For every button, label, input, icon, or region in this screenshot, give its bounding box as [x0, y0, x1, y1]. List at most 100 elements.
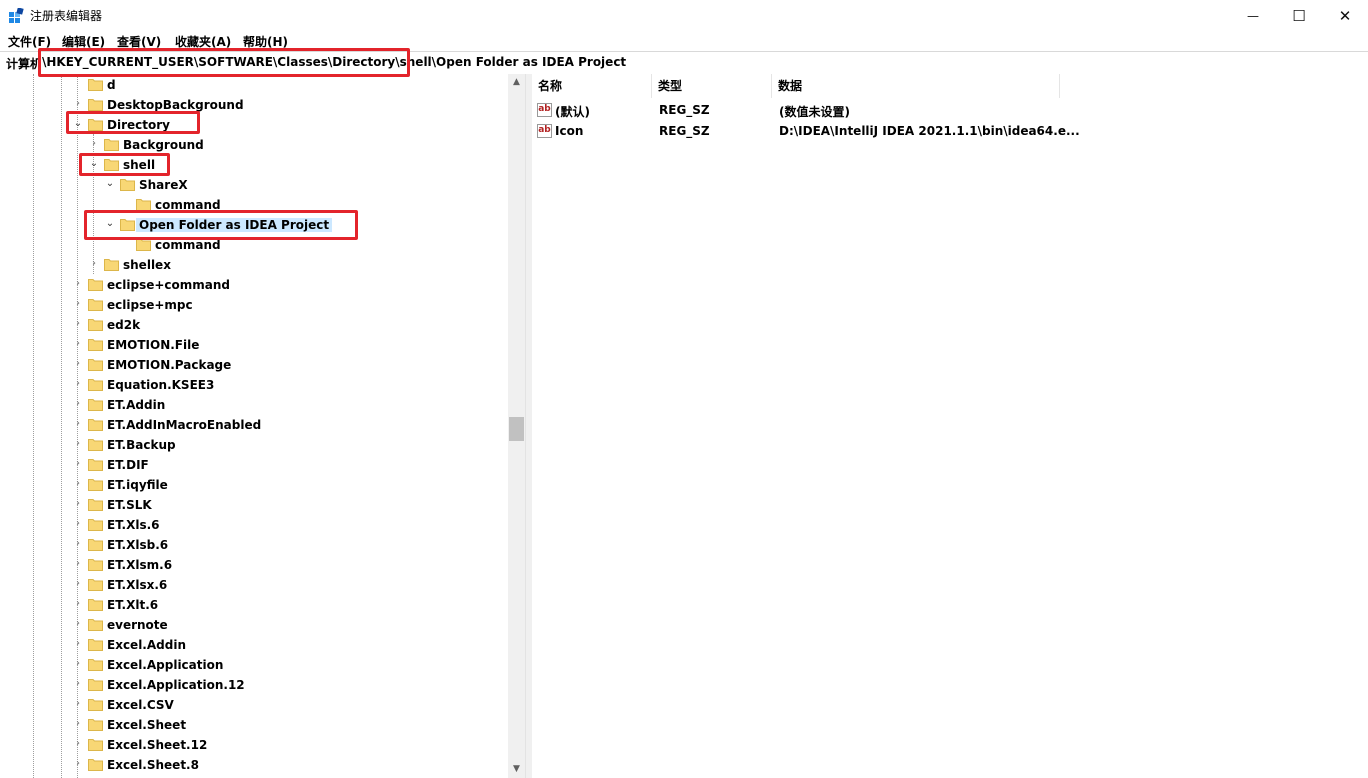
tree-item[interactable]: › shellex	[0, 255, 508, 275]
scroll-down-arrow-icon[interactable]: ▼	[508, 761, 525, 778]
tree-item[interactable]: › evernote	[0, 615, 508, 635]
tree-item[interactable]: › ET.Xls.6	[0, 515, 508, 535]
chevron-right-icon[interactable]: ›	[72, 558, 84, 570]
chevron-right-icon[interactable]: ›	[72, 598, 84, 610]
chevron-right-icon[interactable]: ›	[72, 738, 84, 750]
tree-item[interactable]: › Background	[0, 135, 508, 155]
tree-item-label: Excel.Sheet.12	[107, 738, 208, 752]
tree-item-label: ET.SLK	[107, 498, 152, 512]
folder-icon	[88, 579, 103, 591]
tree-item[interactable]: › Excel.Sheet	[0, 715, 508, 735]
tree-item-label: ET.Xlsb.6	[107, 538, 169, 552]
chevron-right-icon[interactable]: ›	[72, 278, 84, 290]
chevron-right-icon[interactable]: ›	[72, 618, 84, 630]
chevron-right-icon[interactable]: ›	[72, 498, 84, 510]
tree-item[interactable]: › EMOTION.Package	[0, 355, 508, 375]
tree-item[interactable]: ⌄ shell	[0, 155, 508, 175]
chevron-right-icon[interactable]: ›	[72, 358, 84, 370]
folder-icon	[88, 679, 103, 691]
tree-item[interactable]: › Excel.Application	[0, 655, 508, 675]
folder-icon	[88, 599, 103, 611]
tree-item[interactable]: › Excel.Application.12	[0, 675, 508, 695]
tree-item[interactable]: › ET.Addin	[0, 395, 508, 415]
tree-item[interactable]: › ET.Xlsm.6	[0, 555, 508, 575]
folder-icon	[88, 699, 103, 711]
chevron-right-icon[interactable]: ›	[72, 398, 84, 410]
tree-item-label: Excel.Application	[107, 658, 224, 672]
value-data: D:\IDEA\IntelliJ IDEA 2021.1.1\bin\idea6…	[779, 124, 1080, 138]
tree-item[interactable]: › ET.Backup	[0, 435, 508, 455]
title-bar: 注册表编辑器 — ☐ ✕	[0, 0, 1368, 31]
tree-item-label: ET.Xlsx.6	[107, 578, 168, 592]
chevron-right-icon[interactable]: ›	[72, 698, 84, 710]
tree-item[interactable]: › ET.Xlsx.6	[0, 575, 508, 595]
value-type: REG_SZ	[659, 103, 710, 117]
scroll-up-arrow-icon[interactable]: ▲	[508, 74, 525, 91]
tree-item[interactable]: › ET.DIF	[0, 455, 508, 475]
tree-item[interactable]: › ET.SLK	[0, 495, 508, 515]
chevron-right-icon[interactable]: ›	[72, 378, 84, 390]
minimize-button[interactable]: —	[1230, 0, 1276, 31]
chevron-right-icon[interactable]: ›	[72, 418, 84, 430]
chevron-right-icon[interactable]: ›	[72, 438, 84, 450]
tree-item[interactable]: › ed2k	[0, 315, 508, 335]
tree-item[interactable]: › Excel.Addin	[0, 635, 508, 655]
folder-icon	[88, 759, 103, 771]
folder-icon	[88, 559, 103, 571]
chevron-right-icon[interactable]: ›	[72, 638, 84, 650]
value-name: (默认)	[555, 105, 590, 119]
tree-scrollbar[interactable]: ▲ ▼	[508, 74, 525, 778]
chevron-right-icon[interactable]: ›	[72, 318, 84, 330]
chevron-right-icon[interactable]: ›	[72, 538, 84, 550]
folder-icon	[88, 519, 103, 531]
maximize-button[interactable]: ☐	[1276, 0, 1322, 31]
tree-item-label: Excel.Addin	[107, 638, 186, 652]
chevron-right-icon[interactable]: ›	[72, 678, 84, 690]
chevron-down-icon[interactable]: ⌄	[104, 178, 116, 190]
values-list-pane[interactable]: 名称 类型 数据 ab (默认) REG_SZ (数值未设置) ab Icon …	[532, 74, 1368, 778]
chevron-right-icon[interactable]: ›	[72, 758, 84, 770]
close-button[interactable]: ✕	[1322, 0, 1368, 31]
tree-item[interactable]: › Excel.CSV	[0, 695, 508, 715]
folder-icon	[88, 359, 103, 371]
value-row[interactable]: ab Icon REG_SZ D:\IDEA\IntelliJ IDEA 202…	[532, 121, 1368, 142]
tree-item-label: ET.Xls.6	[107, 518, 160, 532]
key-tree-pane[interactable]: d › DesktopBackground ⌄ Directory › Background…	[0, 74, 525, 778]
tree-item-label: DesktopBackground	[107, 98, 244, 112]
tree-item[interactable]: › ET.iqyfile	[0, 475, 508, 495]
tree-item[interactable]: › ET.AddInMacroEnabled	[0, 415, 508, 435]
tree-item[interactable]: › Excel.Sheet.12	[0, 735, 508, 755]
folder-icon	[88, 659, 103, 671]
maximize-icon: ☐	[1292, 6, 1306, 25]
value-row[interactable]: ab (默认) REG_SZ (数值未设置)	[532, 100, 1368, 121]
column-header-type[interactable]: 类型	[652, 74, 772, 98]
folder-icon	[88, 279, 103, 291]
chevron-right-icon[interactable]: ›	[72, 658, 84, 670]
chevron-right-icon[interactable]: ›	[88, 138, 100, 150]
tree-item[interactable]: › ET.Xlt.6	[0, 595, 508, 615]
chevron-right-icon[interactable]: ›	[72, 578, 84, 590]
scrollbar-thumb[interactable]	[509, 417, 524, 441]
chevron-right-icon[interactable]: ›	[72, 298, 84, 310]
chevron-right-icon[interactable]: ›	[72, 458, 84, 470]
chevron-right-icon[interactable]: ›	[72, 718, 84, 730]
tree-item[interactable]: › eclipse+command	[0, 275, 508, 295]
tree-item[interactable]: d	[0, 75, 508, 95]
chevron-right-icon[interactable]: ›	[72, 518, 84, 530]
tree-item[interactable]: › Excel.Sheet.8	[0, 755, 508, 775]
chevron-right-icon[interactable]: ›	[72, 338, 84, 350]
column-header-name[interactable]: 名称	[532, 74, 652, 98]
chevron-right-icon[interactable]: ›	[72, 478, 84, 490]
chevron-right-icon[interactable]: ›	[88, 258, 100, 270]
column-header-data[interactable]: 数据	[772, 74, 1060, 98]
chevron-right-icon[interactable]: ›	[72, 98, 84, 110]
tree-item-label: Excel.CSV	[107, 698, 174, 712]
folder-icon	[88, 99, 103, 111]
tree-item[interactable]: › EMOTION.File	[0, 335, 508, 355]
tree-item[interactable]: › eclipse+mpc	[0, 295, 508, 315]
tree-item-label: Background	[123, 138, 204, 152]
tree-item-label: ET.DIF	[107, 458, 149, 472]
tree-item[interactable]: ⌄ ShareX	[0, 175, 508, 195]
tree-item[interactable]: › ET.Xlsb.6	[0, 535, 508, 555]
tree-item[interactable]: › Equation.KSEE3	[0, 375, 508, 395]
